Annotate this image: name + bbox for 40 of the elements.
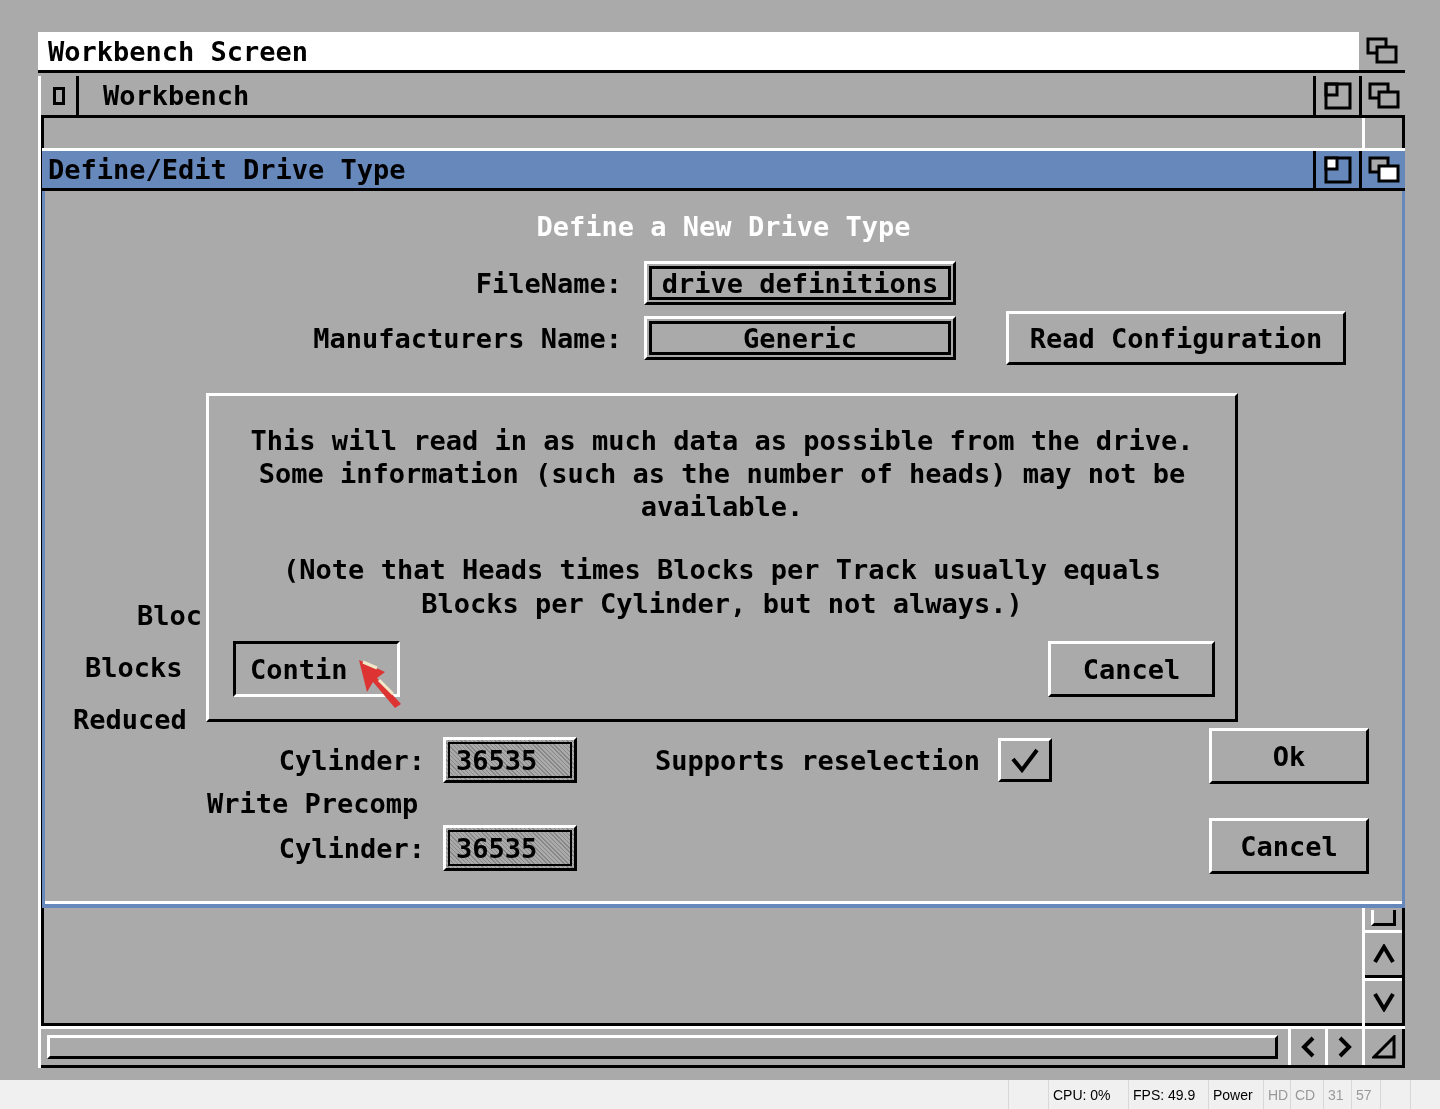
resize-icon[interactable]: [1371, 1035, 1396, 1059]
depth-icon[interactable]: [1366, 37, 1398, 65]
checkbox-label: Supports reselection: [655, 744, 981, 776]
field-label: Blocks: [85, 651, 183, 685]
field-label: Write Precomp: [207, 787, 419, 821]
message-text: This will read in as much data as possible from the drive. Some information (such as the number of heads) may not be available.: [249, 424, 1195, 523]
cancel-button[interactable]: Cancel: [1209, 818, 1369, 874]
text-field[interactable]: drive definitions: [644, 261, 956, 305]
read-configuration-button[interactable]: Read Configuration: [1006, 311, 1346, 365]
status-text: CD: [1295, 1086, 1316, 1103]
field-label: Manufacturers Name:: [312, 322, 622, 354]
message-text: (Note that Heads times Blocks per Track usually equals Blocks per Cylinder, but not always.): [282, 553, 1162, 621]
zoom-icon[interactable]: [1323, 155, 1352, 184]
field-label: Bloc: [137, 599, 203, 633]
zoom-icon[interactable]: [1323, 81, 1352, 110]
status-text: HD: [1268, 1086, 1289, 1103]
cancel-button[interactable]: Cancel: [1048, 641, 1215, 697]
continue-button[interactable]: Contin: [233, 641, 400, 697]
status-text: FPS: 49.9: [1133, 1086, 1196, 1103]
depth-icon[interactable]: [1367, 81, 1400, 110]
status-text: 57: [1356, 1086, 1372, 1103]
number-field[interactable]: 36535: [443, 737, 577, 783]
number-field[interactable]: 36535: [443, 825, 577, 871]
checkmark-icon: [1010, 747, 1041, 773]
close-icon[interactable]: [52, 86, 65, 105]
status-text: CPU: 0%: [1053, 1086, 1111, 1103]
field-label: Cylinder:: [277, 832, 425, 864]
screen-title: Workbench Screen: [48, 35, 309, 67]
checkbox[interactable]: [998, 738, 1053, 782]
status-text: 31: [1328, 1086, 1344, 1103]
text-field[interactable]: Generic: [644, 316, 956, 360]
status-text: Power: [1213, 1086, 1253, 1103]
depth-icon[interactable]: [1367, 155, 1400, 184]
field-label: Reduced: [73, 703, 187, 737]
field-label: FileName:: [474, 267, 622, 299]
window-title: Define/Edit Drive Type: [47, 154, 406, 185]
field-label: Cylinder:: [277, 744, 425, 776]
window-title: Workbench: [102, 80, 250, 111]
ok-button[interactable]: Ok: [1209, 728, 1369, 784]
form-heading: Define a New Drive Type: [535, 211, 912, 244]
